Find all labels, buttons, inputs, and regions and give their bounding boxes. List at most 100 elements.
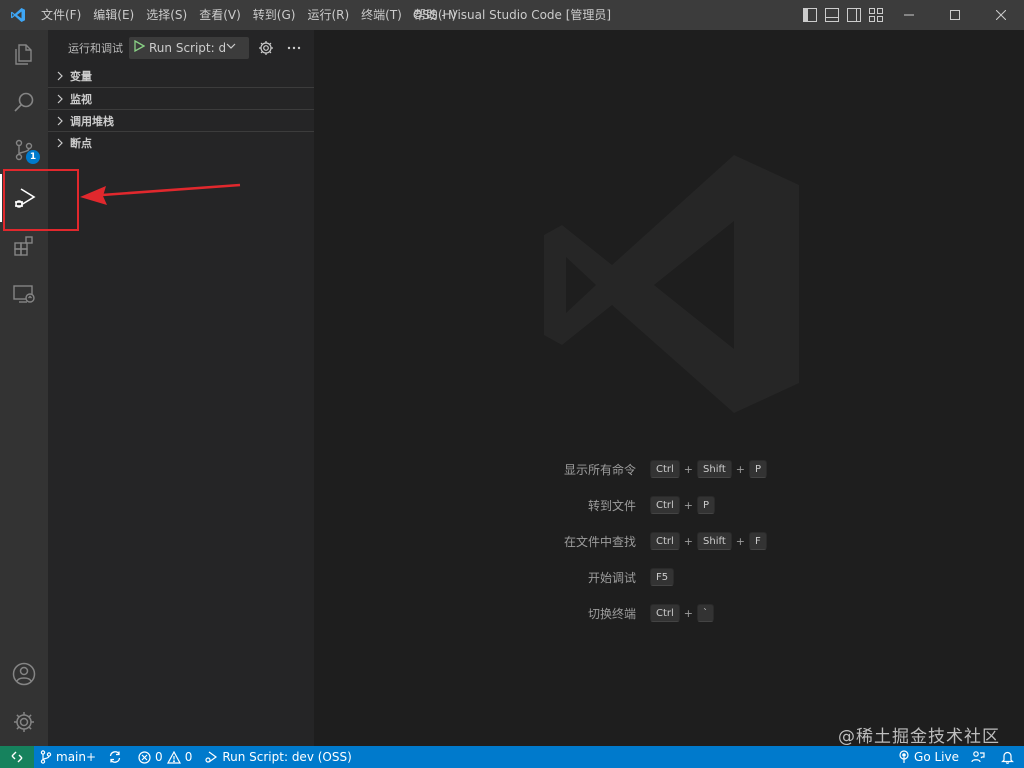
source-control-badge: 1	[26, 150, 40, 164]
vscode-watermark-logo-icon	[544, 155, 800, 419]
menu-view[interactable]: 查看(V)	[193, 0, 247, 30]
keycap: Ctrl	[650, 460, 680, 478]
go-live-label: Go Live	[914, 750, 959, 764]
start-debugging-icon[interactable]	[133, 39, 146, 55]
toggle-primary-sidebar-icon[interactable]	[802, 7, 818, 23]
key-plus: +	[735, 462, 745, 476]
menu-run[interactable]: 运行(R)	[301, 0, 355, 30]
chevron-right-icon	[52, 91, 68, 107]
sidebar-sections: 变量 监视 调用堆栈 断点	[48, 65, 314, 153]
status-bar-right: Go Live	[892, 746, 1024, 768]
broadcast-icon	[899, 750, 909, 763]
manage-gear-icon[interactable]	[0, 698, 48, 746]
vscode-logo-icon	[0, 0, 35, 30]
error-count: 0	[155, 750, 163, 764]
window-title: OSS - Visual Studio Code [管理员]	[412, 8, 612, 22]
debug-config-status[interactable]: Run Script: dev (OSS)	[198, 746, 357, 768]
section-call-stack[interactable]: 调用堆栈	[48, 109, 314, 131]
status-bar: main+ 0 0 Run Script: dev (OSS) Go Live	[0, 746, 1024, 768]
maximize-icon[interactable]	[932, 0, 978, 30]
menu-bar: 文件(F) 编辑(E) 选择(S) 查看(V) 转到(G) 运行(R) 终端(T…	[35, 0, 462, 30]
site-watermark: @稀土掘金技术社区	[838, 727, 1000, 747]
keycap: Shift	[697, 532, 732, 550]
key-plus: +	[683, 498, 694, 512]
minimize-icon[interactable]	[886, 0, 932, 30]
shortcut-keys: Ctrl + Shift + P	[650, 460, 767, 478]
shortcut-label: 转到文件	[587, 498, 636, 513]
annotation-highlight-box	[3, 169, 79, 231]
section-label: 变量	[70, 70, 92, 83]
sync-icon	[109, 751, 121, 763]
shortcut-label: 在文件中查找	[563, 534, 636, 549]
activity-bar: 1	[0, 30, 48, 746]
menu-selection[interactable]: 选择(S)	[140, 0, 193, 30]
branch-status[interactable]: main+	[34, 746, 102, 768]
menu-file[interactable]: 文件(F)	[35, 0, 87, 30]
shortcut-keys: Ctrl + P	[650, 496, 716, 514]
more-actions-icon[interactable]	[283, 37, 305, 59]
shortcut-row: 在文件中查找 Ctrl + Shift + F	[314, 530, 1024, 552]
explorer-icon[interactable]	[0, 30, 48, 78]
key-plus: +	[683, 534, 694, 548]
key-plus: +	[735, 534, 745, 548]
chevron-right-icon	[52, 135, 68, 151]
keycap: P	[697, 496, 716, 514]
source-control-icon[interactable]: 1	[0, 126, 48, 174]
remote-explorer-icon[interactable]	[0, 270, 48, 318]
shortcut-row: 开始调试 F5	[314, 566, 1024, 588]
keycap: Ctrl	[650, 604, 680, 622]
annotation-arrow-icon	[76, 178, 242, 212]
run-config-name: Run Script: d	[149, 40, 225, 55]
git-branch-icon	[40, 750, 52, 764]
branch-name: main+	[56, 750, 97, 764]
key-plus: +	[683, 606, 694, 620]
account-icon[interactable]	[0, 650, 48, 698]
keycap: Ctrl	[650, 496, 680, 514]
layout-controls	[802, 0, 884, 30]
go-live-status[interactable]: Go Live	[892, 746, 965, 768]
close-icon[interactable]	[978, 0, 1024, 30]
menu-terminal[interactable]: 终端(T)	[355, 0, 408, 30]
editor-area: 显示所有命令 Ctrl + Shift + P 转到文件 Ctrl + P 在文件中查找 C…	[314, 30, 1024, 746]
search-icon[interactable]	[0, 78, 48, 126]
shortcut-label: 显示所有命令	[563, 462, 636, 477]
feedback-icon[interactable]	[965, 746, 995, 768]
section-watch[interactable]: 监视	[48, 87, 314, 109]
toggle-panel-icon[interactable]	[824, 7, 840, 23]
shortcut-row: 转到文件 Ctrl + P	[314, 494, 1024, 516]
section-label: 调用堆栈	[70, 114, 114, 128]
run-config-dropdown[interactable]: Run Script: d	[129, 36, 249, 59]
shortcut-row: 显示所有命令 Ctrl + Shift + P	[314, 458, 1024, 480]
title-bar: 文件(F) 编辑(E) 选择(S) 查看(V) 转到(G) 运行(R) 终端(T…	[0, 0, 1024, 30]
debug-config-name: Run Script: dev (OSS)	[222, 750, 352, 764]
shortcut-keys: F5	[650, 568, 675, 586]
section-label: 监视	[70, 92, 92, 106]
key-plus: +	[683, 462, 694, 476]
toggle-secondary-sidebar-icon[interactable]	[846, 7, 862, 23]
sidebar-title: 运行和调试	[68, 41, 123, 55]
menu-go[interactable]: 转到(G)	[247, 0, 302, 30]
debug-icon	[205, 751, 218, 763]
keycap: F	[748, 532, 767, 550]
window-controls	[886, 0, 1024, 30]
section-variables[interactable]: 变量	[48, 65, 314, 87]
open-launch-json-gear-icon[interactable]	[255, 37, 277, 59]
sidebar-header: 运行和调试 Run Script: d	[48, 30, 314, 65]
chevron-right-icon	[52, 68, 68, 84]
notifications-bell-icon[interactable]	[995, 746, 1024, 768]
shortcut-row: 切换终端 Ctrl + `	[314, 602, 1024, 624]
customize-layout-icon[interactable]	[868, 7, 884, 23]
keycap: `	[697, 604, 715, 622]
section-breakpoints[interactable]: 断点	[48, 131, 314, 153]
shortcut-label: 开始调试	[587, 570, 636, 585]
keycap: F5	[650, 568, 675, 586]
error-icon	[138, 750, 151, 764]
shortcut-keys: Ctrl + Shift + F	[650, 532, 767, 550]
sync-status[interactable]	[102, 746, 132, 768]
warning-count: 0	[184, 750, 193, 764]
keycap: Shift	[697, 460, 732, 478]
menu-edit[interactable]: 编辑(E)	[87, 0, 140, 30]
remote-indicator-icon[interactable]	[0, 746, 34, 768]
problems-status[interactable]: 0 0	[132, 746, 198, 768]
shortcut-label: 切换终端	[587, 606, 636, 621]
